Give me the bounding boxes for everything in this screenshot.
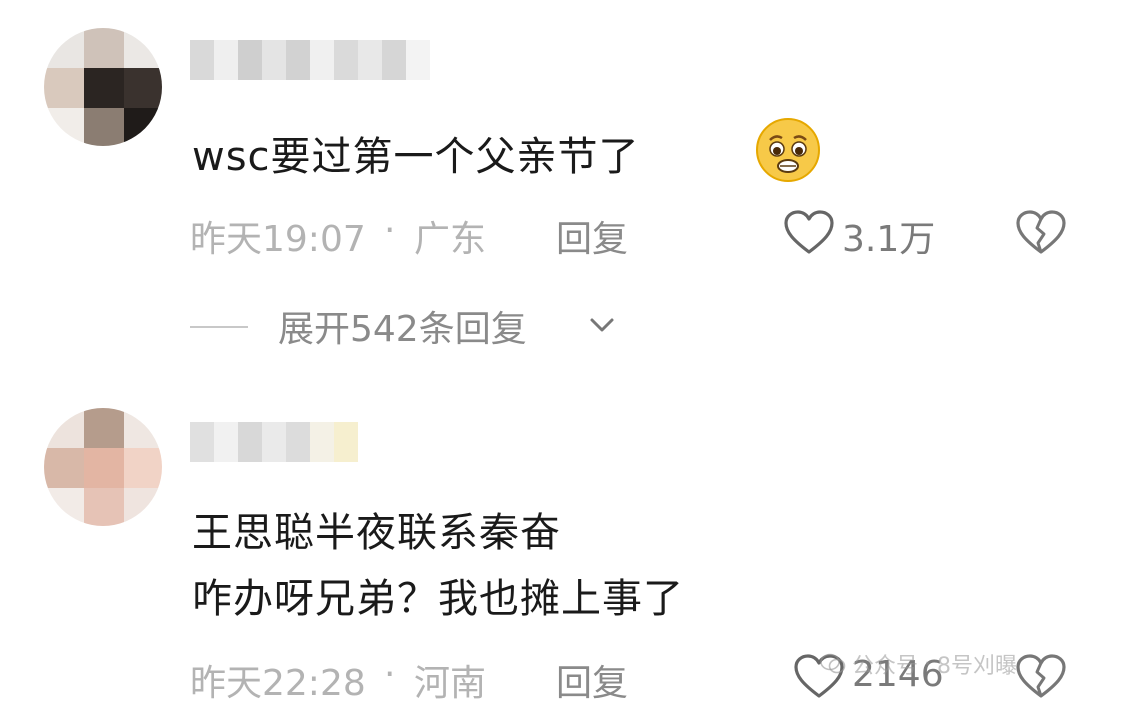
username-blurred[interactable]	[190, 422, 358, 462]
comment-text-line-2: 咋办呀兄弟？我也摊上事了	[192, 576, 684, 622]
comment-item: 王思聪半夜联系秦奋 咋办呀兄弟？我也摊上事了 昨天22:28 · 河南 回复 2…	[0, 0, 1125, 714]
watermark-account: 公众号	[852, 654, 919, 679]
watermark-separator: ·	[924, 651, 932, 677]
reply-button[interactable]: 回复	[556, 654, 628, 706]
meta-separator: ·	[384, 654, 396, 695]
comment-time: 昨天22:28	[190, 663, 366, 704]
watermark-name: 8号刈曝	[937, 654, 1018, 679]
comment-location: 河南	[414, 663, 487, 704]
broken-heart-icon[interactable]	[1015, 654, 1067, 700]
watermark: 公众号 · 8号刈曝	[820, 648, 1017, 680]
avatar[interactable]	[44, 408, 162, 526]
wechat-icon	[820, 653, 846, 674]
comment-text-line-1: 王思聪半夜联系秦奋	[192, 510, 561, 556]
